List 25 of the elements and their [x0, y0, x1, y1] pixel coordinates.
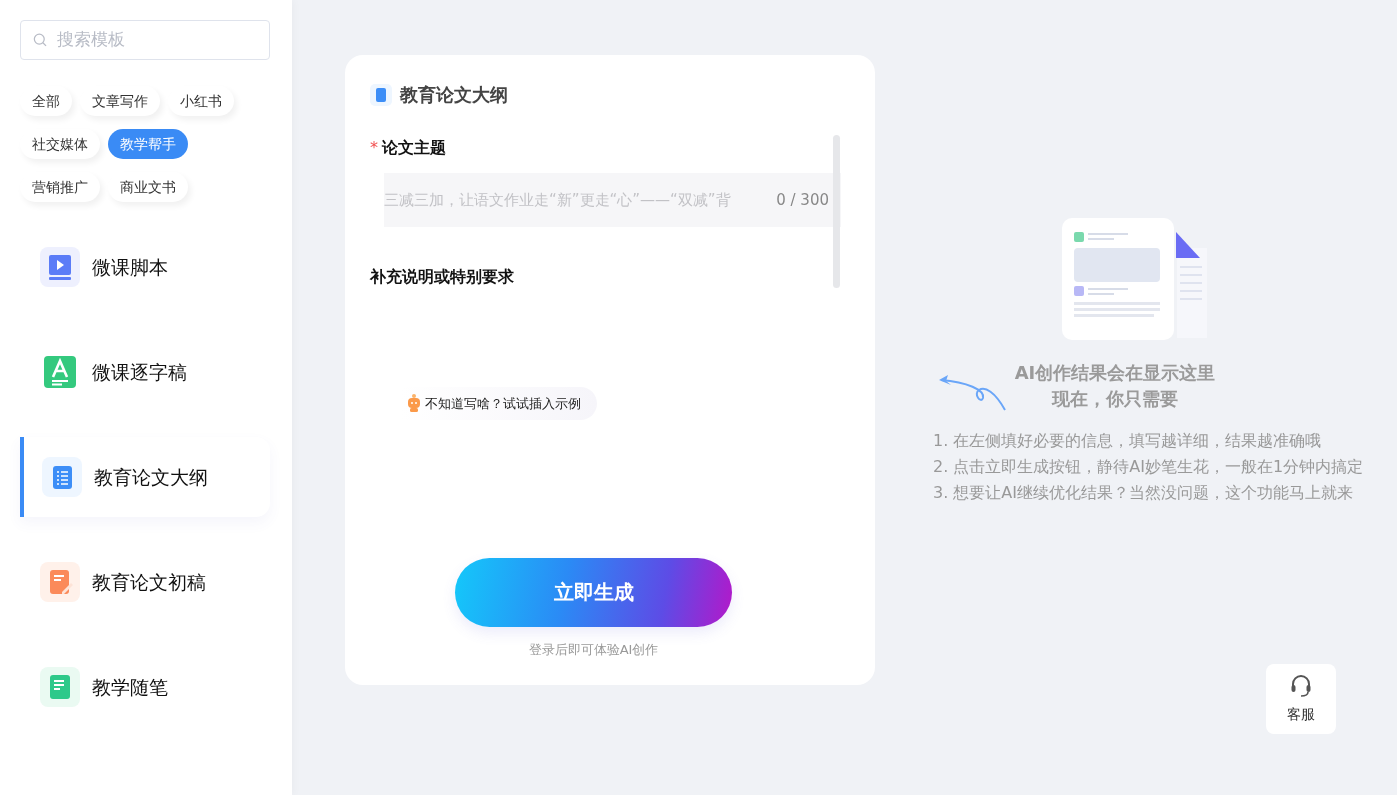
instruction-step: 3. 想要让AI继续优化结果？当然没问题，这个功能马上就来 [933, 480, 1364, 506]
login-note: 登录后即可体验AI创作 [527, 640, 660, 659]
category-tag[interactable]: 社交媒体 [20, 129, 100, 159]
category-tag[interactable]: 小红书 [168, 86, 234, 116]
search-field[interactable]: 搜索模板 [20, 20, 270, 60]
result-heading: AI创作结果会在显示这里 [1014, 361, 1216, 385]
category-tag[interactable]: 营销推广 [20, 172, 100, 202]
field-label: 补充说明或特别要求 [370, 266, 515, 289]
category-tag[interactable]: 商业文书 [108, 172, 188, 202]
generate-button[interactable]: 立即生成 [455, 557, 732, 627]
support-button[interactable]: 客服 [1266, 664, 1336, 734]
result-heading: 现在，你只需要 [1050, 387, 1179, 411]
search-icon [33, 32, 48, 48]
document-icon [370, 83, 392, 106]
instruction-step: 2. 点击立即生成按钮，静待AI妙笔生花，一般在1分钟内搞定 [933, 454, 1364, 480]
form-title: 教育论文大纲 [400, 83, 508, 107]
instruction-step: 1. 在左侧填好必要的信息，填写越详细，结果越准确哦 [933, 428, 1364, 454]
robot-icon [406, 393, 422, 414]
required-mark: * [370, 138, 378, 157]
category-tag[interactable]: 全部 [20, 86, 72, 116]
template-item[interactable]: 教育论文大纲 [20, 437, 270, 517]
category-tag[interactable]: 文章写作 [80, 86, 160, 116]
headset-icon [1290, 673, 1312, 698]
character-counter: 0 / 300 [776, 189, 829, 211]
field-label: 论文主题 [382, 138, 446, 157]
